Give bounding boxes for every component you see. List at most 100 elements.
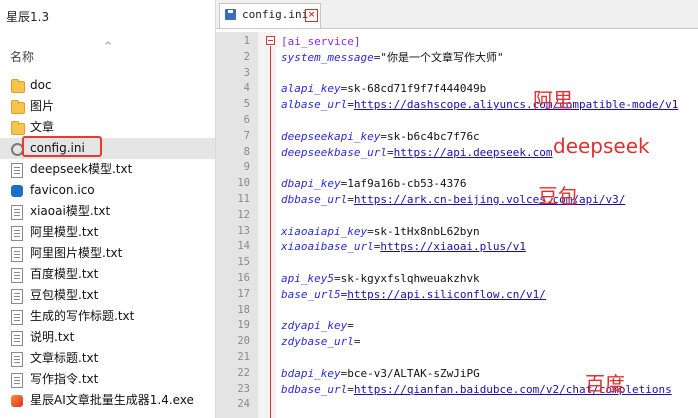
file-item[interactable]: 百度模型.txt bbox=[0, 264, 215, 285]
text-file-icon bbox=[11, 373, 23, 388]
line-number: 4 bbox=[243, 82, 250, 95]
text-file-icon bbox=[11, 226, 23, 241]
line-number: 16 bbox=[237, 271, 250, 284]
config-key: api_key5 bbox=[281, 271, 334, 285]
config-value: bce-v3/ALTAK-sZwJiPG bbox=[347, 366, 480, 380]
column-header[interactable]: ^ 名称 bbox=[0, 41, 215, 66]
line-number: 5 bbox=[243, 98, 250, 111]
file-name: favicon.ico bbox=[30, 183, 95, 197]
line-number: 14 bbox=[237, 240, 250, 253]
config-url[interactable]: https://api.deepseek.com bbox=[394, 146, 553, 159]
file-item[interactable]: xiaoai模型.txt bbox=[0, 201, 215, 222]
line-number: 2 bbox=[243, 50, 250, 63]
annotation-baidu: 百度 bbox=[585, 372, 625, 396]
equals-sign: = bbox=[380, 129, 387, 143]
config-key: deepseekbase_url bbox=[281, 145, 387, 159]
code-line: 6 bbox=[216, 113, 698, 129]
equals-sign: = bbox=[347, 319, 354, 333]
code-text: bdapi_key=bce-v3/ALTAK-sZwJiPG bbox=[281, 366, 480, 382]
line-number: 13 bbox=[237, 224, 250, 237]
file-item[interactable]: 星辰AI文章批量生成器1.4.exe bbox=[0, 390, 215, 411]
config-key: bdapi_key bbox=[281, 366, 341, 380]
line-number: 18 bbox=[237, 303, 250, 316]
file-explorer: 星辰1.3 ^ 名称 doc 图片 文章 config.ini deepseek模型.t… bbox=[0, 0, 216, 418]
config-key: zdyapi_key bbox=[281, 319, 348, 333]
line-number: 1 bbox=[243, 35, 250, 47]
line-number: 12 bbox=[237, 208, 250, 221]
equals-sign: = bbox=[347, 382, 354, 396]
file-item[interactable]: 生成的写作标题.txt bbox=[0, 306, 215, 327]
file-item[interactable]: 豆包模型.txt bbox=[0, 285, 215, 306]
close-tab-icon[interactable]: × bbox=[305, 9, 318, 22]
config-key: dbbase_url bbox=[281, 192, 348, 206]
code-text: albase_url=https://dashscope.aliyuncs.co… bbox=[281, 97, 678, 113]
code-line: 10 dbapi_key=1af9a16b-cb53-4376 bbox=[216, 176, 698, 192]
file-item[interactable]: 文章标题.txt bbox=[0, 348, 215, 369]
code-line: 20 zdybase_url= bbox=[216, 334, 698, 350]
column-header-name: 名称 bbox=[10, 50, 35, 64]
file-item[interactable]: 写作指令.txt bbox=[0, 369, 215, 390]
file-item[interactable]: deepseek模型.txt bbox=[0, 159, 215, 180]
file-name: 星辰AI文章批量生成器1.4.exe bbox=[30, 393, 194, 407]
code-text: api_key5=sk-kgyxfslqhweuakzhvk bbox=[281, 271, 480, 287]
config-url[interactable]: https://dashscope.aliyuncs.com/compatibl… bbox=[354, 98, 679, 111]
code-text: xiaoaiapi_key=sk-1tHx8nbL62byn bbox=[281, 224, 480, 240]
config-key: deepseekapi_key bbox=[281, 129, 381, 143]
equals-sign: = bbox=[347, 192, 354, 206]
folder-icon bbox=[11, 121, 25, 135]
config-value: sk-68cd71f9f7f444049b bbox=[347, 82, 487, 96]
line-number: 6 bbox=[243, 113, 250, 126]
code-line: 15 bbox=[216, 255, 698, 271]
file-name: 百度模型.txt bbox=[30, 267, 99, 281]
image-file-icon bbox=[11, 185, 23, 197]
file-item[interactable]: 文章 bbox=[0, 117, 215, 138]
code-text: zdybase_url= bbox=[281, 334, 360, 350]
config-key: albase_url bbox=[281, 98, 348, 112]
file-list: doc 图片 文章 config.ini deepseek模型.txt favicon.i… bbox=[0, 75, 215, 411]
config-url[interactable]: https://ark.cn-beijing.volces.com/api/v3… bbox=[354, 193, 626, 206]
config-key: bdbase_url bbox=[281, 382, 348, 396]
folder-icon bbox=[11, 100, 25, 114]
config-value: 1af9a16b-cb53-4376 bbox=[347, 177, 467, 191]
sort-caret-icon: ^ bbox=[104, 41, 113, 52]
line-number: 8 bbox=[243, 145, 250, 158]
file-name: 文章 bbox=[30, 120, 55, 134]
tab-bar: config.ini × bbox=[216, 0, 698, 29]
file-name: deepseek模型.txt bbox=[30, 162, 133, 176]
config-url[interactable]: https://xiaoai.plus/v1 bbox=[380, 240, 526, 253]
file-item[interactable]: 阿里图片模型.txt bbox=[0, 243, 215, 264]
file-item[interactable]: favicon.ico bbox=[0, 180, 215, 201]
line-number: 19 bbox=[237, 319, 250, 332]
config-key: base_url5 bbox=[281, 287, 341, 301]
config-url[interactable]: https://api.siliconflow.cn/v1/ bbox=[347, 288, 546, 301]
window-title: 星辰1.3 bbox=[6, 10, 50, 24]
folder-icon bbox=[11, 79, 25, 93]
file-name: doc bbox=[30, 78, 52, 92]
text-file-icon bbox=[11, 331, 23, 346]
text-file-icon bbox=[11, 352, 23, 367]
line-number: 24 bbox=[237, 398, 250, 411]
file-name: 文章标题.txt bbox=[30, 351, 99, 365]
equals-sign: = bbox=[333, 271, 341, 285]
text-file-icon bbox=[11, 289, 23, 304]
file-item[interactable]: 说明.txt bbox=[0, 327, 215, 348]
code-line: 22 bdapi_key=bce-v3/ALTAK-sZwJiPG bbox=[216, 366, 698, 382]
text-editor: config.ini × 1 [ai_service] 2 system_messag… bbox=[216, 0, 698, 418]
line-number: 23 bbox=[237, 382, 250, 395]
text-file-icon bbox=[11, 247, 23, 262]
equals-sign: = bbox=[367, 224, 374, 238]
file-item[interactable]: doc bbox=[0, 75, 215, 96]
code-area[interactable]: 1 [ai_service] 2 system_message="你是一个文章写作大师… bbox=[216, 34, 698, 413]
code-line: 16 api_key5=sk-kgyxfslqhweuakzhvk bbox=[216, 271, 698, 287]
equals-sign: = bbox=[386, 145, 394, 159]
file-item[interactable]: 图片 bbox=[0, 96, 215, 117]
file-name: 说明.txt bbox=[30, 330, 75, 344]
line-number: 15 bbox=[237, 256, 250, 269]
tab-config-ini[interactable]: config.ini × bbox=[219, 3, 321, 28]
text-file-icon bbox=[11, 310, 23, 325]
code-text: deepseekapi_key=sk-b6c4bc7f76c bbox=[281, 129, 480, 145]
code-line: 18 bbox=[216, 303, 698, 319]
file-item[interactable]: 阿里模型.txt bbox=[0, 222, 215, 243]
code-line: 19 zdyapi_key= bbox=[216, 318, 698, 334]
tab-label: config.ini bbox=[242, 8, 309, 21]
